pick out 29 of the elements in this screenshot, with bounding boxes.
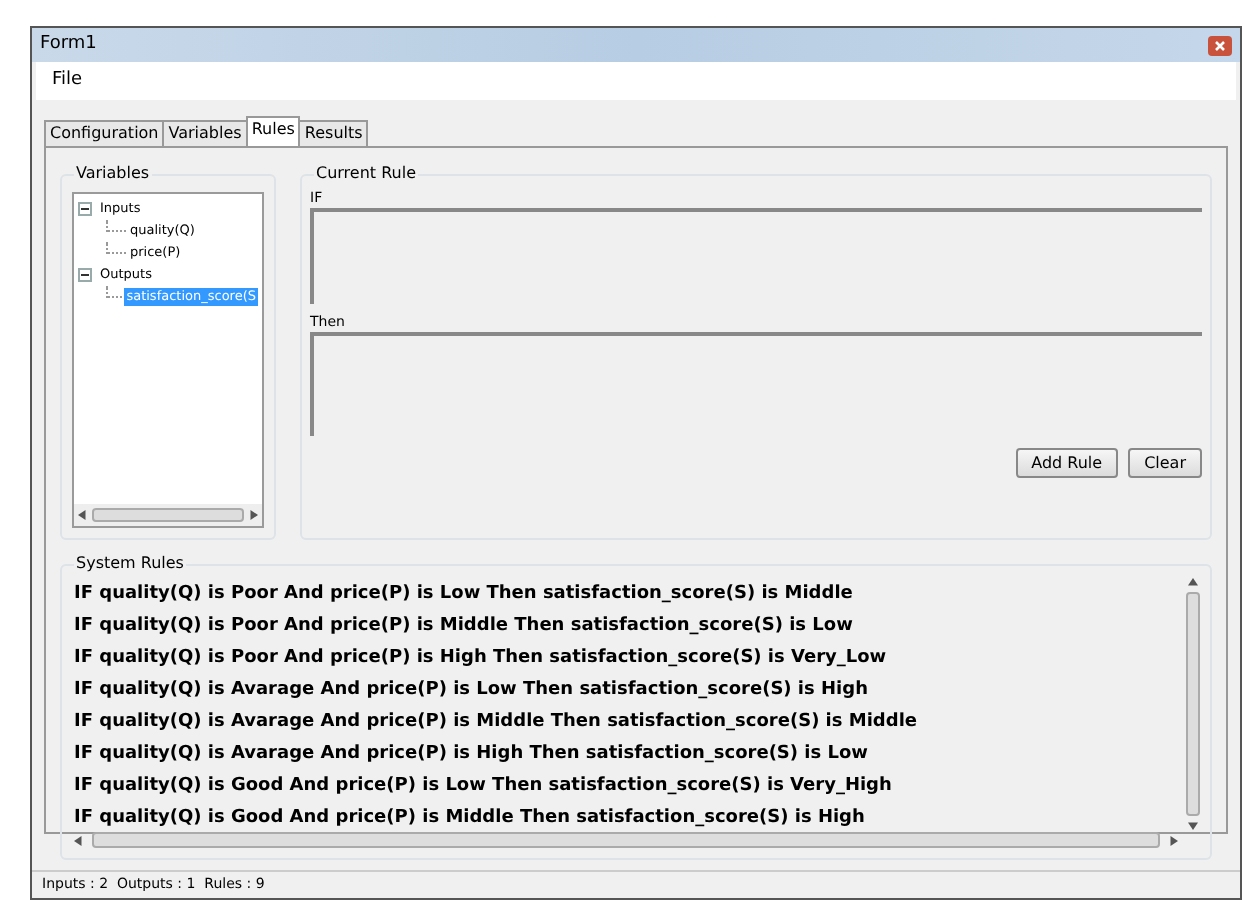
tab[interactable]: Configuration xyxy=(44,120,165,146)
close-icon[interactable] xyxy=(1208,35,1232,55)
menu-item[interactable]: File xyxy=(48,67,87,95)
add-rule-button[interactable]: Add Rule xyxy=(1015,448,1119,478)
rule-row[interactable]: IF quality(Q) is Poor And price(P) is Middle Then satisfaction_score(S) is Low xyxy=(74,610,1178,642)
rule-row[interactable]: IF quality(Q) is Poor And price(P) is Low Then satisfaction_score(S) is Middle xyxy=(74,578,1178,610)
rule-row[interactable]: IF quality(Q) is Good And price(P) is Low Then satisfaction_score(S) is Very_High xyxy=(74,770,1178,802)
arrow-down-icon[interactable] xyxy=(1187,820,1197,830)
collapse-icon[interactable] xyxy=(78,202,92,216)
rule-row[interactable]: IF quality(Q) is Avarage And price(P) is Low Then satisfaction_score(S) is High xyxy=(74,674,1178,706)
tab[interactable]: Results xyxy=(298,120,369,146)
arrow-up-icon[interactable] xyxy=(1187,578,1197,588)
window-title: Form1 xyxy=(40,31,97,58)
collapse-icon[interactable] xyxy=(78,268,92,282)
arrow-right-icon[interactable] xyxy=(248,510,258,520)
rule-row[interactable]: IF quality(Q) is Good And price(P) is Middle Then satisfaction_score(S) is High xyxy=(74,802,1178,830)
tab[interactable]: Variables xyxy=(162,120,248,146)
clear-button[interactable]: Clear xyxy=(1128,448,1202,478)
group-title: System Rules xyxy=(74,552,186,576)
vertical-scrollbar[interactable] xyxy=(1182,578,1202,830)
rule-row[interactable]: IF quality(Q) is Poor And price(P) is High Then satisfaction_score(S) is Very_Low xyxy=(74,642,1178,674)
arrow-right-icon[interactable] xyxy=(1168,835,1178,845)
rule-row[interactable]: IF quality(Q) is Avarage And price(P) is Middle Then satisfaction_score(S) is Middle xyxy=(74,706,1178,738)
horizontal-scrollbar[interactable] xyxy=(74,504,262,526)
horizontal-scrollbar[interactable] xyxy=(70,830,1182,850)
arrow-left-icon[interactable] xyxy=(74,835,84,845)
rule-row[interactable]: IF quality(Q) is Avarage And price(P) is High Then satisfaction_score(S) is Low xyxy=(74,738,1178,770)
tab[interactable]: Rules xyxy=(245,116,301,146)
arrow-left-icon[interactable] xyxy=(78,510,88,520)
